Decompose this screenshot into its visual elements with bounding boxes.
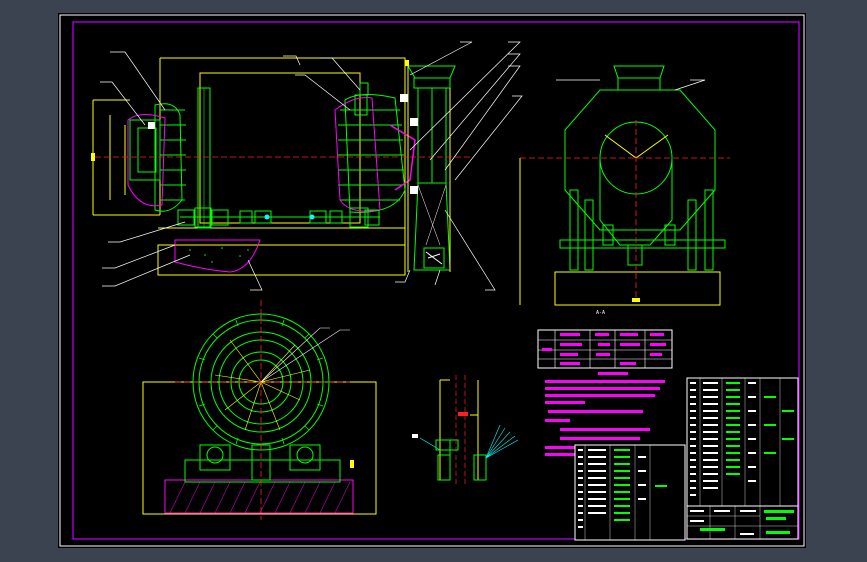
side-view-caption: A-A [596,310,605,316]
cad-viewport[interactable]: A-A [0,0,867,562]
parts-list-right [686,377,799,507]
title-block [686,505,799,540]
drawing-canvas[interactable]: A-A [0,0,867,562]
parts-list-center [574,444,686,541]
parameter-table [537,329,673,369]
